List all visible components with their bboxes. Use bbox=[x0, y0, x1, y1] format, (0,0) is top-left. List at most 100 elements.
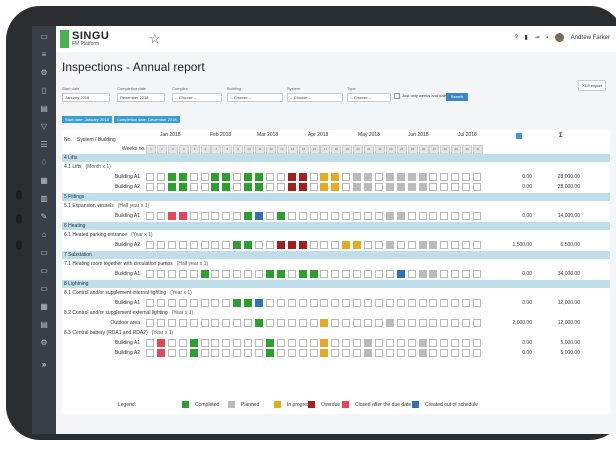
week-cell[interactable] bbox=[473, 173, 481, 181]
week-cell[interactable] bbox=[222, 173, 231, 181]
week-cell[interactable] bbox=[331, 349, 340, 357]
week-cell[interactable] bbox=[418, 212, 427, 220]
week-cell[interactable] bbox=[178, 349, 187, 357]
week-cell[interactable] bbox=[244, 319, 253, 327]
week-cell[interactable] bbox=[211, 339, 220, 347]
week-cell[interactable] bbox=[200, 212, 209, 220]
week-cell[interactable] bbox=[462, 183, 471, 191]
week-cell[interactable] bbox=[167, 212, 176, 220]
week-cell[interactable] bbox=[440, 241, 449, 249]
week-cell[interactable] bbox=[309, 241, 318, 249]
week-cell[interactable] bbox=[156, 319, 165, 327]
avatar[interactable] bbox=[554, 33, 564, 42]
week-cell[interactable] bbox=[255, 241, 263, 249]
week-cell[interactable] bbox=[440, 173, 449, 181]
week-cell[interactable] bbox=[473, 339, 481, 347]
week-cell[interactable] bbox=[320, 349, 329, 357]
week-cell[interactable] bbox=[385, 349, 394, 357]
week-cell[interactable] bbox=[276, 183, 285, 191]
week-cell[interactable] bbox=[396, 183, 405, 191]
week-cell[interactable] bbox=[255, 299, 263, 307]
week-cell[interactable] bbox=[211, 299, 220, 307]
week-cell[interactable] bbox=[200, 319, 209, 327]
week-cell[interactable] bbox=[265, 299, 274, 307]
week-cell[interactable] bbox=[298, 299, 307, 307]
week-cell[interactable] bbox=[167, 241, 176, 249]
week-cell[interactable] bbox=[178, 241, 187, 249]
week-cell[interactable] bbox=[255, 173, 263, 181]
week-cell[interactable] bbox=[396, 319, 405, 327]
week-cell[interactable] bbox=[342, 270, 351, 278]
week-cell[interactable] bbox=[200, 173, 209, 181]
week-cell[interactable] bbox=[167, 173, 176, 181]
week-cell[interactable] bbox=[255, 339, 263, 347]
week-cell[interactable] bbox=[178, 212, 187, 220]
week-cell[interactable] bbox=[473, 349, 481, 357]
week-cell[interactable] bbox=[222, 339, 231, 347]
week-cell[interactable] bbox=[451, 299, 460, 307]
week-cell[interactable] bbox=[462, 270, 471, 278]
week-cell[interactable] bbox=[211, 183, 220, 191]
table-row[interactable]: Building A2 0.00 28,000.00 bbox=[62, 183, 610, 193]
week-cell[interactable] bbox=[265, 173, 274, 181]
week-cell[interactable] bbox=[331, 173, 340, 181]
week-cell[interactable] bbox=[265, 183, 274, 191]
week-cell[interactable] bbox=[473, 183, 481, 191]
week-cell[interactable] bbox=[287, 349, 296, 357]
week-cell[interactable] bbox=[189, 173, 198, 181]
week-cell[interactable] bbox=[255, 349, 263, 357]
week-cell[interactable] bbox=[440, 183, 449, 191]
week-cell[interactable] bbox=[298, 241, 307, 249]
week-cell[interactable] bbox=[353, 183, 362, 191]
sidebar-icon-list[interactable]: ≡ bbox=[37, 50, 51, 60]
sidebar-icon-chart[interactable]: ▥ bbox=[37, 194, 51, 204]
week-cell[interactable] bbox=[276, 212, 285, 220]
week-cell[interactable] bbox=[364, 270, 372, 278]
week-cell[interactable] bbox=[146, 212, 154, 220]
week-cell[interactable] bbox=[255, 183, 263, 191]
week-cell[interactable] bbox=[287, 173, 296, 181]
week-cell[interactable] bbox=[462, 339, 471, 347]
week-cell[interactable] bbox=[146, 241, 154, 249]
week-cell[interactable] bbox=[211, 270, 220, 278]
week-cell[interactable] bbox=[473, 270, 481, 278]
sidebar-icon-users[interactable]: ☰ bbox=[37, 140, 51, 150]
week-cell[interactable] bbox=[364, 299, 372, 307]
week-cell[interactable] bbox=[320, 173, 329, 181]
week-cell[interactable] bbox=[320, 319, 329, 327]
week-cell[interactable] bbox=[440, 270, 449, 278]
filter-select[interactable]: -- Choose -- bbox=[172, 93, 222, 102]
table-row[interactable]: Building A1 0.00 5,000.00 bbox=[62, 339, 610, 349]
sidebar-icon-filter[interactable]: ▽ bbox=[37, 122, 51, 132]
week-cell[interactable] bbox=[167, 339, 176, 347]
flag-icon[interactable]: ▪ bbox=[546, 35, 548, 41]
week-cell[interactable] bbox=[451, 212, 460, 220]
week-cell[interactable] bbox=[385, 212, 394, 220]
filter-select[interactable]: -- Choose -- bbox=[287, 93, 343, 102]
week-cell[interactable] bbox=[462, 319, 471, 327]
week-cell[interactable] bbox=[374, 319, 383, 327]
week-cell[interactable] bbox=[167, 270, 176, 278]
week-cell[interactable] bbox=[451, 183, 460, 191]
week-cell[interactable] bbox=[407, 339, 416, 347]
favorite-star-icon[interactable]: ☆ bbox=[149, 31, 161, 47]
week-cell[interactable] bbox=[473, 319, 481, 327]
logo[interactable]: SINGU FM Platform bbox=[60, 30, 122, 48]
week-cell[interactable] bbox=[407, 319, 416, 327]
week-cell[interactable] bbox=[309, 270, 318, 278]
week-cell[interactable] bbox=[211, 241, 220, 249]
week-cell[interactable] bbox=[353, 212, 362, 220]
week-cell[interactable] bbox=[374, 173, 383, 181]
week-cell[interactable] bbox=[222, 241, 231, 249]
week-cell[interactable] bbox=[276, 339, 285, 347]
table-row[interactable]: Building A1 0.00 28,000.00 bbox=[62, 173, 610, 183]
filter-field[interactable]: Building -- Choose -- bbox=[227, 86, 283, 102]
week-cell[interactable] bbox=[146, 173, 154, 181]
week-cell[interactable] bbox=[265, 270, 274, 278]
week-cell[interactable] bbox=[255, 270, 263, 278]
week-cell[interactable] bbox=[265, 339, 274, 347]
week-cell[interactable] bbox=[374, 270, 383, 278]
filter-field[interactable]: Complex -- Choose -- bbox=[172, 86, 222, 102]
week-cell[interactable] bbox=[178, 339, 187, 347]
week-cell[interactable] bbox=[396, 339, 405, 347]
